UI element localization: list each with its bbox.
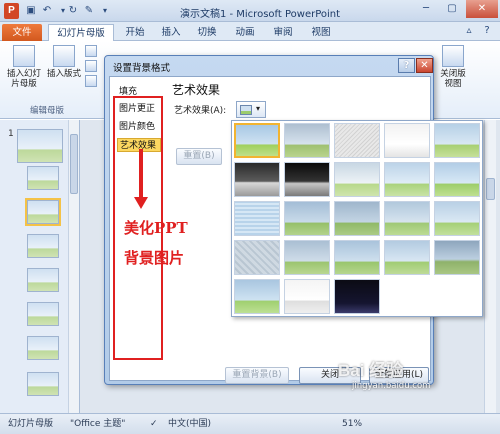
scroll-thumb[interactable]: [486, 178, 495, 200]
close-master-view-button[interactable]: 关闭版视图: [438, 45, 468, 89]
close-window-icon[interactable]: ✕: [466, 0, 498, 18]
close-view-label: 关闭版视图: [440, 69, 466, 89]
layout-thumbnail[interactable]: [27, 166, 59, 190]
insert-slide-master-button[interactable]: 插入幻灯片母版: [4, 45, 44, 89]
slide-thumbnail[interactable]: [17, 129, 63, 163]
title-bar: P ▣ ↶ ▾ ↻ ✎ ▾ 演示文稿1 - Microsoft PowerPoi…: [0, 0, 500, 22]
status-language: 中文(中国): [168, 419, 212, 429]
layout-thumbnail[interactable]: [27, 234, 59, 258]
annotation-text-line1: 美化PPT: [124, 219, 188, 237]
effect-light-screen[interactable]: [234, 201, 280, 236]
effect-photocopy[interactable]: [284, 279, 330, 314]
artistic-effects-gallery: [231, 120, 483, 317]
status-view: 幻灯片母版: [8, 419, 54, 429]
thumbnail-scrollbar[interactable]: [68, 120, 79, 413]
preserve-icon: [85, 75, 97, 87]
small-ribbon-buttons[interactable]: [84, 45, 98, 89]
layout-thumbnail[interactable]: [27, 336, 59, 360]
tab-insert[interactable]: 插入: [156, 24, 186, 41]
dialog-title: 设置背景格式: [113, 63, 171, 74]
group-label-edit-master: 编辑母版: [30, 106, 65, 116]
minimize-icon[interactable]: ─: [414, 0, 438, 18]
baidu-watermark-logo: Bai 经验: [338, 361, 404, 380]
layout-thumbnail-selected[interactable]: [25, 198, 61, 226]
effect-crisscross-etching[interactable]: [334, 240, 380, 275]
tab-transitions[interactable]: 切换: [192, 24, 222, 41]
section-title: 艺术效果: [172, 83, 221, 97]
customize-qat-icon[interactable]: ▾: [98, 4, 112, 18]
ribbon-tab-bar: 文件 幻灯片母版 开始 插入 切换 动画 审阅 视图 ▵ ?: [0, 22, 500, 41]
dialog-close-icon[interactable]: ✕: [416, 58, 433, 73]
effect-glow-edges[interactable]: [334, 279, 380, 314]
reset-background-button[interactable]: 重置背景(B): [225, 367, 289, 384]
effect-film-grain[interactable]: [334, 201, 380, 236]
effect-cutout[interactable]: [234, 279, 280, 314]
artistic-effect-label: 艺术效果(A):: [174, 106, 227, 116]
save-icon[interactable]: ▣: [24, 4, 38, 18]
layout-icon: [53, 45, 75, 67]
slide-master-icon: [13, 45, 35, 67]
effect-watercolor-sponge[interactable]: [284, 201, 330, 236]
layout-thumbnail[interactable]: [27, 268, 59, 292]
artistic-effect-dropdown[interactable]: ▾: [236, 101, 266, 118]
spell-check-icon[interactable]: ✓: [150, 414, 158, 434]
tab-view[interactable]: 视图: [306, 24, 336, 41]
layout-thumbnail[interactable]: [27, 372, 59, 396]
effect-plastic-wrap[interactable]: [434, 240, 480, 275]
tab-home[interactable]: 开始: [118, 24, 152, 41]
maximize-icon[interactable]: ▢: [440, 0, 464, 18]
annotation-arrow: [139, 149, 143, 199]
undo-icon[interactable]: ↶: [40, 4, 54, 18]
effect-mosaic-bubbles[interactable]: [384, 201, 430, 236]
effect-cement[interactable]: [234, 240, 280, 275]
effect-texturizer[interactable]: [284, 240, 330, 275]
tab-review[interactable]: 审阅: [268, 24, 298, 41]
help-icon[interactable]: ?: [480, 24, 494, 38]
effect-marker[interactable]: [284, 123, 330, 158]
insert-layout-label: 插入版式: [46, 69, 81, 79]
effect-pencil-sketch[interactable]: [384, 123, 430, 158]
rename-icon: [85, 60, 97, 72]
format-painter-icon[interactable]: ✎: [82, 4, 96, 18]
effect-pencil-grayscale[interactable]: [334, 123, 380, 158]
effect-preview-icon: [240, 105, 252, 115]
ribbon-minimize-icon[interactable]: ▵: [462, 24, 476, 38]
tab-animations[interactable]: 动画: [230, 24, 260, 41]
status-bar: 幻灯片母版 "Office 主题" ✓ 中文(中国) 51%: [0, 413, 500, 434]
delete-icon: [85, 45, 97, 57]
annotation-arrow-head: [134, 197, 148, 209]
effect-none[interactable]: [234, 123, 280, 158]
status-theme: "Office 主题": [70, 419, 126, 429]
tab-slide-master[interactable]: 幻灯片母版: [48, 24, 114, 41]
effect-paint-brush[interactable]: [334, 162, 380, 197]
reset-button[interactable]: 重置(B): [176, 148, 222, 165]
redo-icon[interactable]: ↻: [66, 4, 80, 18]
annotation-text-line2: 背景图片: [124, 249, 185, 267]
layout-thumbnail[interactable]: [27, 302, 59, 326]
insert-slide-master-label: 插入幻灯片母版: [6, 69, 41, 89]
baidu-watermark-url: jingyan.baidu.com: [352, 381, 431, 391]
effect-blur[interactable]: [434, 162, 480, 197]
effect-glow-diffused[interactable]: [384, 162, 430, 197]
tab-file[interactable]: 文件: [2, 24, 42, 41]
window-title: 演示文稿1 - Microsoft PowerPoint: [179, 9, 341, 20]
effect-paint-strokes[interactable]: [284, 162, 330, 197]
dialog-help-icon[interactable]: ?: [398, 58, 415, 73]
effect-line-drawing[interactable]: [434, 123, 480, 158]
chevron-down-icon: ▾: [256, 104, 261, 113]
powerpoint-logo-icon: P: [4, 3, 19, 19]
workspace-scrollbar[interactable]: [484, 120, 496, 413]
effect-pastels-smooth[interactable]: [384, 240, 430, 275]
status-zoom[interactable]: 51%: [342, 414, 362, 434]
effect-chalk-sketch[interactable]: [234, 162, 280, 197]
slide-thumbnail-pane: 1: [0, 120, 80, 413]
close-view-icon: [442, 45, 464, 67]
effect-glass[interactable]: [434, 201, 480, 236]
slide-number: 1: [8, 129, 14, 139]
insert-layout-button[interactable]: 插入版式: [46, 45, 82, 79]
scroll-thumb[interactable]: [70, 134, 78, 194]
